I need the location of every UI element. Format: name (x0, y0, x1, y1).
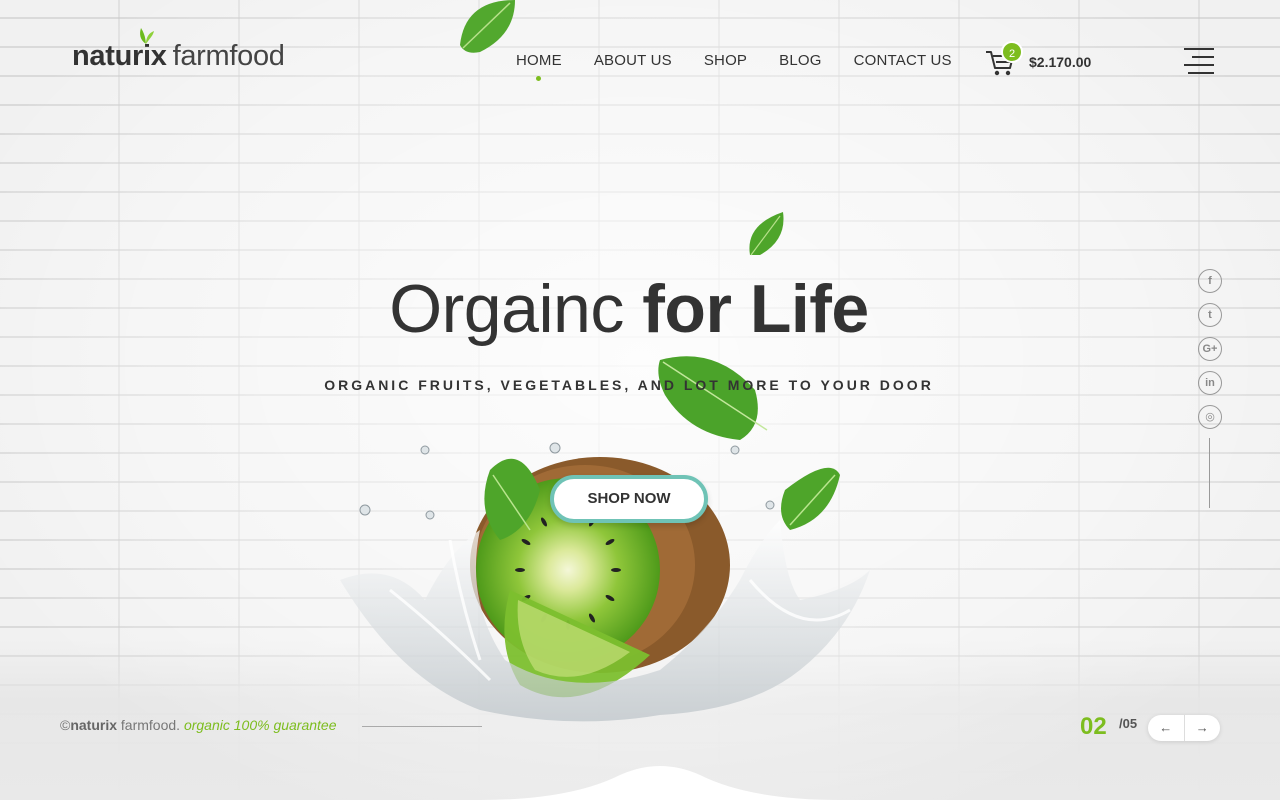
logo-brand-light: farmfood (172, 40, 285, 72)
bottom-wave-shape (480, 766, 840, 800)
leaf-decoration-large (658, 356, 768, 440)
slider-arrows: ← → (1148, 715, 1220, 741)
nav-item-contact-us[interactable]: CONTACT US (854, 52, 952, 69)
hamburger-icon[interactable] (1184, 48, 1214, 76)
linkedin-icon[interactable]: in (1198, 371, 1222, 395)
copyright-text: ©naturix farmfood. organic 100% guarante… (60, 717, 337, 733)
nav-item-about-us[interactable]: ABOUT US (594, 52, 672, 69)
main-nav: HOME ABOUT US SHOP BLOG CONTACT US (516, 52, 952, 81)
social-links: f t G+ in ◎ (1198, 269, 1222, 429)
slide-current-number: 02 (1080, 713, 1107, 740)
google-plus-icon[interactable]: G+ (1198, 337, 1222, 361)
copyright-brand-light: farmfood. (117, 717, 181, 733)
prev-arrow-icon[interactable]: ← (1148, 715, 1184, 741)
slide-total-number: /05 (1119, 716, 1138, 731)
leaf-decoration-top (460, 0, 515, 53)
shop-now-button[interactable]: SHOP NOW (550, 475, 708, 523)
facebook-icon[interactable]: f (1198, 269, 1222, 293)
nav-item-home[interactable]: HOME (516, 52, 562, 81)
copyright-brand-bold: naturix (70, 717, 118, 733)
site-logo[interactable]: naturix farmfood (72, 28, 285, 73)
leaf-icon (140, 28, 154, 51)
hero-title-bold: for Life (642, 271, 869, 347)
instagram-icon[interactable]: ◎ (1198, 405, 1222, 429)
leaf-decoration-small (749, 212, 784, 256)
copyright-divider-line (362, 726, 482, 727)
copyright-symbol: © (60, 717, 71, 733)
hero-title-light: Orgainc (389, 271, 624, 347)
hero-title: Orgainc for Life (0, 270, 1258, 348)
nav-item-blog[interactable]: BLOG (779, 52, 821, 69)
nav-item-shop[interactable]: SHOP (704, 52, 747, 69)
cart-total[interactable]: $2.170.00 (1029, 54, 1091, 70)
cart-count-badge: 2 (1001, 41, 1023, 63)
next-arrow-icon[interactable]: → (1183, 715, 1221, 741)
twitter-icon[interactable]: t (1198, 303, 1222, 327)
social-divider-line (1209, 438, 1210, 508)
copyright-tagline: organic 100% guarantee (183, 717, 337, 733)
hero-subtitle: ORGANIC FRUITS, VEGETABLES, AND LOT MORE… (324, 377, 934, 393)
